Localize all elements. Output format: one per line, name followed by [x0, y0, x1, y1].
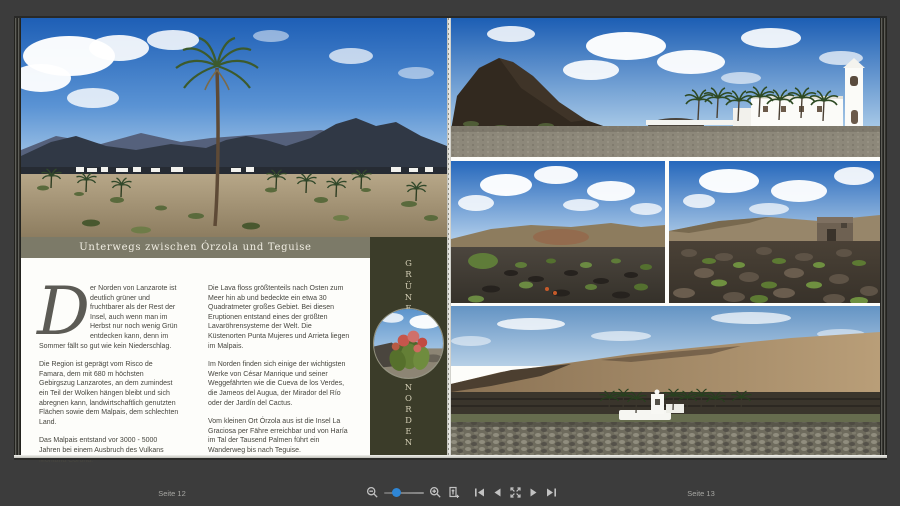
zoom-slider-handle[interactable]: [392, 488, 401, 497]
side-word-norden: N O R D E N: [370, 383, 447, 449]
paragraph: Vom kleinen Ort Órzola aus ist die Insel…: [208, 417, 351, 455]
paragraph: Die Region ist geprägt vom Risco de Fama…: [39, 360, 180, 427]
paragraph: Im Norden finden sich einige der wichtig…: [208, 360, 351, 408]
paragraph: Die Lava floss größtenteils nach Osten z…: [208, 284, 351, 351]
left-page: Unterwegs zwischen Órzola und Teguise De…: [21, 18, 447, 455]
right-page-number-label: Seite 13: [666, 489, 736, 498]
page-stack-edge-right: [880, 18, 887, 455]
text-column-2: Die Lava floss größtenteils nach Osten z…: [208, 284, 351, 465]
photobook-viewer: Unterwegs zwischen Órzola und Teguise De…: [0, 0, 900, 506]
photo-cactus-circle: [374, 309, 443, 378]
body-text-area: Der Norden von Lanzarote ist deutlich gr…: [21, 258, 370, 455]
viewer-toolbar: [366, 485, 558, 500]
zoom-out-icon[interactable]: [366, 486, 379, 499]
chapter-title-bar: Unterwegs zwischen Órzola und Teguise: [21, 237, 370, 258]
last-page-icon[interactable]: [545, 486, 558, 499]
photo-volcano-church: [451, 18, 880, 157]
right-page: [451, 18, 880, 455]
next-page-icon[interactable]: [527, 486, 540, 499]
spread-bottom-shadow: [14, 458, 887, 460]
zoom-in-icon[interactable]: [429, 486, 442, 499]
previous-page-icon[interactable]: [491, 486, 504, 499]
fit-screen-icon[interactable]: [509, 486, 522, 499]
left-page-number-label: Seite 12: [137, 489, 207, 498]
first-page-icon[interactable]: [473, 486, 486, 499]
fit-page-icon[interactable]: [447, 486, 460, 499]
text-column-1: Der Norden von Lanzarote ist deutlich gr…: [39, 284, 180, 474]
drop-cap: D: [37, 286, 85, 338]
zoom-slider[interactable]: [384, 486, 424, 499]
chapter-side-panel: G R Ü N E R: [370, 237, 447, 455]
photo-palm-landscape: [21, 18, 447, 237]
paragraph: Das Malpais entstand vor 3000 - 5000 Jah…: [39, 436, 180, 465]
zoom-slider-track[interactable]: [384, 492, 424, 494]
page-stack-edge-left: [14, 18, 21, 455]
chapter-title: Unterwegs zwischen Órzola und Teguise: [79, 242, 311, 253]
photo-valley-farmland: [451, 161, 665, 303]
photo-haria-panorama: [451, 306, 880, 455]
paragraph: Der Norden von Lanzarote ist deutlich gr…: [39, 284, 180, 351]
photo-stone-walls-vines: [669, 161, 880, 303]
